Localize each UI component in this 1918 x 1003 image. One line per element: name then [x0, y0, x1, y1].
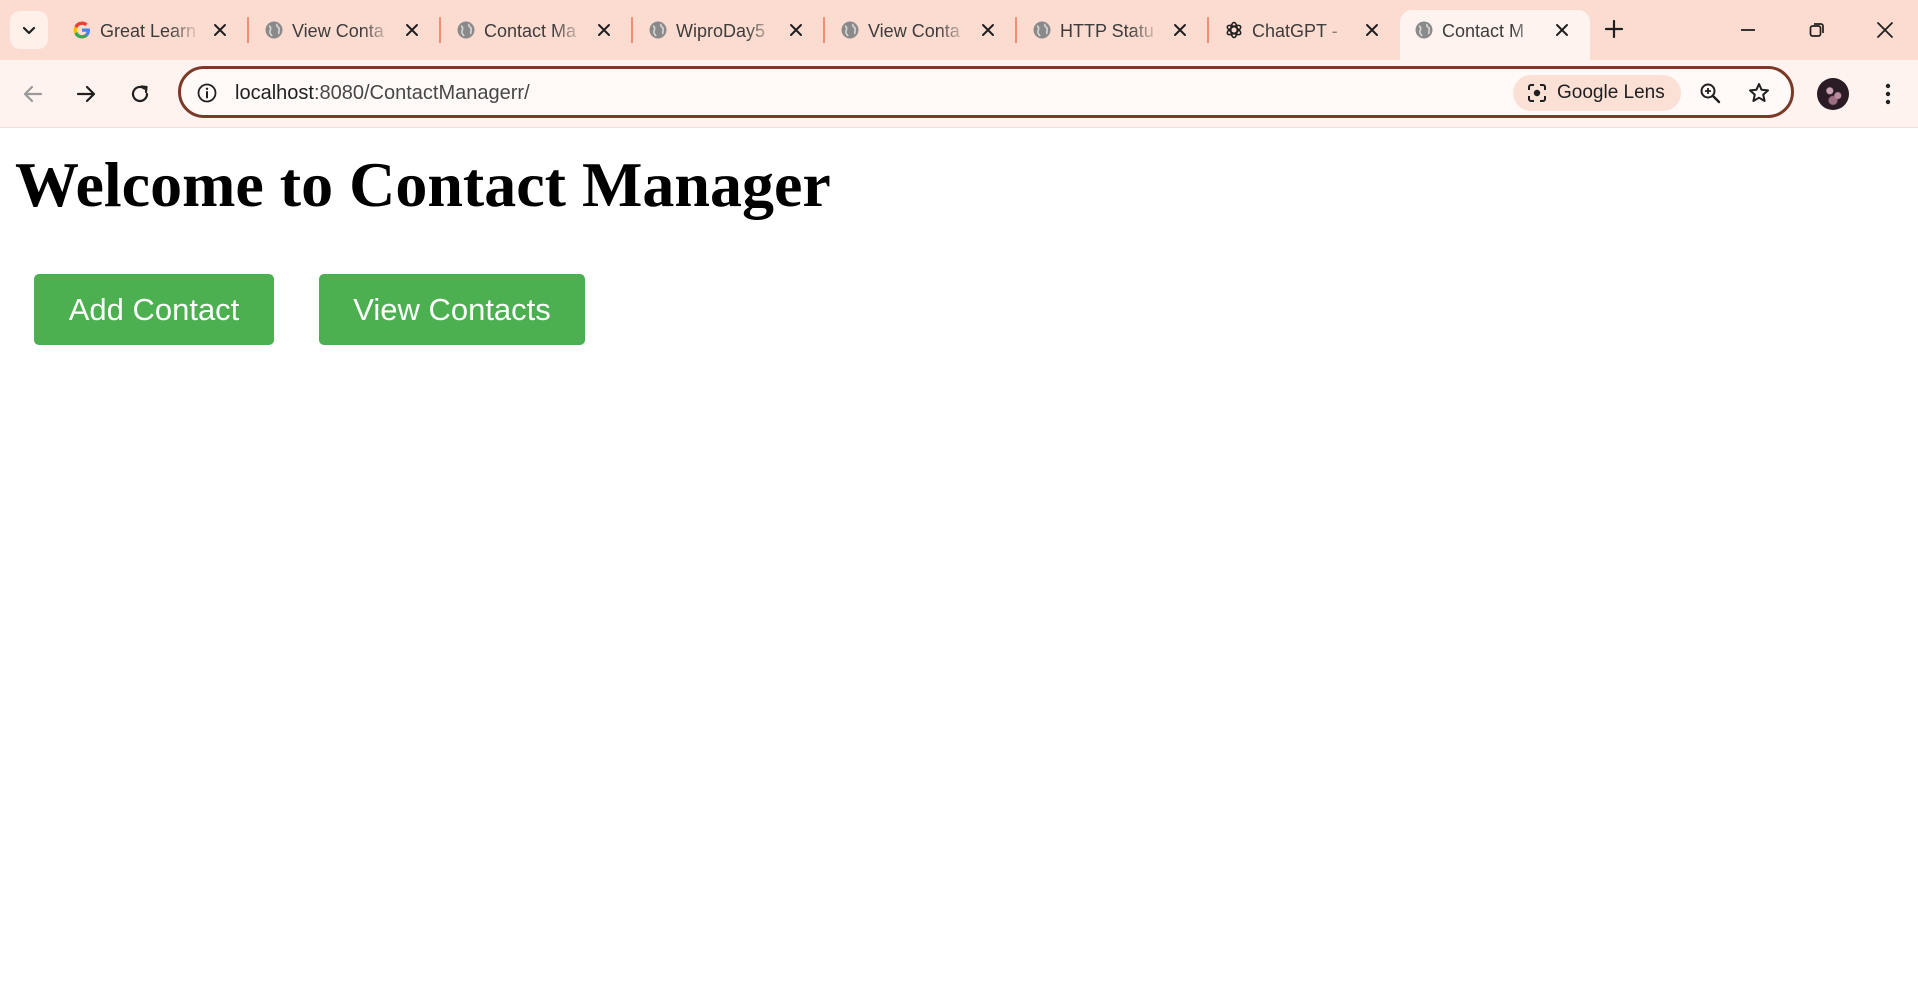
info-icon[interactable] [195, 81, 219, 105]
tab-title: Contact Ma [484, 21, 577, 41]
tab-view-contacts-2[interactable]: View Conta [826, 10, 1016, 50]
close-icon[interactable] [210, 20, 230, 40]
reload-button[interactable] [122, 76, 158, 112]
browser-toolbar: localhost:8080/ContactManagerr/ Google L… [0, 60, 1918, 128]
close-window-button[interactable] [1850, 0, 1918, 60]
browser-menu-button[interactable] [1870, 76, 1906, 112]
google-icon [72, 20, 92, 40]
tab-contact-manager-active[interactable]: Contact M [1400, 10, 1590, 60]
restore-icon [1809, 23, 1824, 37]
globe-icon [840, 20, 860, 40]
tab-separator [1207, 17, 1209, 43]
globe-icon [1032, 20, 1052, 40]
tab-chatgpt[interactable]: ChatGPT - [1210, 10, 1400, 50]
new-tab-button[interactable] [1598, 13, 1630, 45]
tab-title: View Conta [292, 21, 384, 41]
page-content: Welcome to Contact Manager Add Contact V… [0, 129, 1918, 1003]
avatar[interactable] [1817, 78, 1849, 110]
globe-icon [264, 20, 284, 40]
zoom-icon[interactable] [1696, 79, 1724, 107]
tab-separator [1015, 17, 1017, 43]
chatgpt-icon [1224, 20, 1244, 40]
close-icon[interactable] [786, 20, 806, 40]
tab-great-learning[interactable]: Great Learn [58, 10, 248, 50]
arrow-right-icon [76, 85, 96, 103]
tab-separator [631, 17, 633, 43]
reload-icon [131, 85, 149, 103]
globe-icon [648, 20, 668, 40]
close-icon [1877, 22, 1893, 38]
globe-icon [1414, 20, 1434, 40]
tab-title: Contact M [1442, 21, 1525, 41]
close-icon[interactable] [1362, 20, 1382, 40]
chevron-down-icon [22, 26, 36, 35]
url-text: localhost:8080/ContactManagerr/ [235, 79, 530, 107]
tab-wipro-day5[interactable]: WiproDay5 [634, 10, 824, 50]
lens-icon [1525, 81, 1549, 105]
tab-separator [439, 17, 441, 43]
tab-view-contacts[interactable]: View Conta [250, 10, 440, 50]
minimize-icon [1741, 29, 1755, 31]
url-path: :8080/ContactManagerr/ [313, 82, 530, 104]
tab-title: HTTP Statu [1060, 21, 1154, 41]
bookmark-star-icon[interactable] [1745, 79, 1773, 107]
tab-contact-manager[interactable]: Contact Ma [442, 10, 632, 50]
restore-button[interactable] [1782, 0, 1852, 60]
add-contact-button[interactable]: Add Contact [34, 274, 274, 345]
minimize-button[interactable] [1713, 0, 1783, 60]
close-icon[interactable] [978, 20, 998, 40]
forward-button[interactable] [68, 76, 104, 112]
tab-separator [823, 17, 825, 43]
close-icon[interactable] [402, 20, 422, 40]
close-icon[interactable] [594, 20, 614, 40]
tab-title: ChatGPT - [1252, 21, 1338, 41]
back-button[interactable] [15, 76, 51, 112]
lens-label: Google Lens [1557, 82, 1665, 103]
close-icon[interactable] [1170, 20, 1190, 40]
url-host: localhost [235, 82, 314, 104]
tab-title: Great Learn [100, 21, 197, 41]
address-bar[interactable]: localhost:8080/ContactManagerr/ Google L… [178, 66, 1794, 118]
tab-title: WiproDay5 [676, 21, 766, 41]
view-contacts-button[interactable]: View Contacts [319, 274, 585, 345]
google-lens-button[interactable]: Google Lens [1513, 75, 1681, 111]
tab-separator [247, 17, 249, 43]
close-icon[interactable] [1552, 20, 1572, 40]
tab-search-button[interactable] [10, 11, 48, 49]
tab-http-status[interactable]: HTTP Statu [1018, 10, 1208, 50]
page-title: Welcome to Contact Manager [15, 149, 831, 220]
plus-icon [1604, 19, 1624, 39]
tab-title: View Conta [868, 21, 960, 41]
more-vert-icon [1885, 83, 1891, 105]
globe-icon [456, 20, 476, 40]
tab-strip: Great Learn View Conta Contact Ma WiproD… [0, 0, 1918, 60]
arrow-left-icon [23, 85, 43, 103]
